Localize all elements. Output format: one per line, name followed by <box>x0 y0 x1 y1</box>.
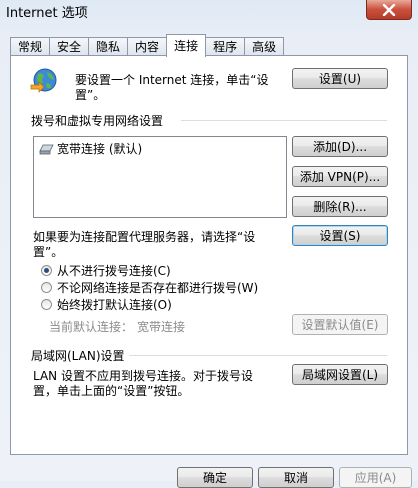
connection-entry-label: 宽带连接 (默认) <box>57 142 143 156</box>
proxy-description-line1: 如果要为连接配置代理服务器，请选择“设 <box>33 230 256 244</box>
broadband-connection-icon <box>39 144 54 154</box>
remove-button[interactable]: 删除(R)... <box>292 196 388 217</box>
tab-connections[interactable]: 连接 <box>166 34 207 57</box>
lan-section-title: 局域网(LAN)设置 <box>31 349 125 363</box>
lan-settings-button[interactable]: 局域网设置(L) <box>292 364 388 385</box>
add-button[interactable]: 添加(D)... <box>292 136 388 157</box>
never-dial-radio[interactable] <box>41 265 52 276</box>
dialup-section-divider <box>181 120 387 121</box>
setup-description-line2: 置”。 <box>75 88 106 102</box>
current-default-label: 当前默认连接： <box>49 320 134 334</box>
tab-general[interactable]: 常规 <box>10 37 51 56</box>
tab-security[interactable]: 安全 <box>49 37 90 56</box>
never-dial-label[interactable]: 从不进行拨号连接(C) <box>57 262 171 279</box>
dial-whenever-radio[interactable] <box>41 282 52 293</box>
add-vpn-button[interactable]: 添加 VPN(P)... <box>292 166 388 187</box>
lan-section-divider <box>129 355 387 356</box>
ok-button[interactable]: 确定 <box>177 467 253 488</box>
close-icon <box>382 3 396 16</box>
proxy-settings-button[interactable]: 设置(S) <box>292 225 388 246</box>
proxy-description-line2: 置”。 <box>33 245 64 259</box>
connections-panel: 要设置一个 Internet 连接，单击“设 置”。 设置(U) 拨号和虚拟专用… <box>10 55 408 455</box>
always-dial-default-radio[interactable] <box>41 299 52 310</box>
apply-button[interactable]: 应用(A) <box>339 467 412 488</box>
window-title: Internet 选项 <box>6 6 88 21</box>
always-dial-default-label[interactable]: 始终拨打默认连接(O) <box>57 296 172 313</box>
set-default-button[interactable]: 设置默认值(E) <box>292 314 388 335</box>
lan-description-line2: 置，单击上面的“设置”按钮。 <box>33 384 190 398</box>
tab-privacy[interactable]: 隐私 <box>88 37 129 56</box>
current-default-value: 宽带连接 <box>137 320 186 334</box>
tab-content[interactable]: 内容 <box>127 37 168 56</box>
tab-advanced[interactable]: 高级 <box>244 37 285 56</box>
internet-options-dialog: Internet 选项 常规 安全 隐私 内容 连接 程序 高级 要设置一个 I… <box>0 0 418 488</box>
connection-list[interactable]: 宽带连接 (默认) <box>33 136 287 218</box>
internet-globe-icon <box>30 68 57 93</box>
setup-button[interactable]: 设置(U) <box>292 68 388 89</box>
tab-programs[interactable]: 程序 <box>205 37 246 56</box>
dial-whenever-label[interactable]: 不论网络连接是否存在都进行拨号(W) <box>57 279 258 296</box>
cancel-button[interactable]: 取消 <box>258 467 334 488</box>
tab-bar: 常规 安全 隐私 内容 连接 程序 高级 <box>10 34 285 57</box>
dialup-section-title: 拨号和虚拟专用网络设置 <box>31 114 164 128</box>
list-item[interactable]: 宽带连接 (默认) <box>38 140 142 157</box>
close-button[interactable] <box>366 0 412 20</box>
